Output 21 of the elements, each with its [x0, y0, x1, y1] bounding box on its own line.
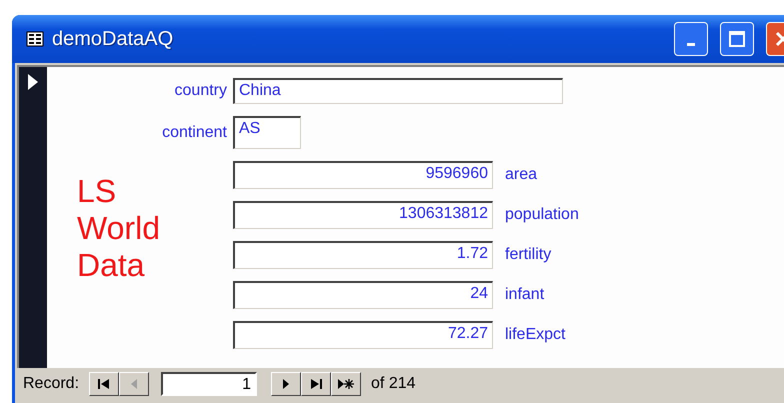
number-field[interactable]: 1.72	[233, 241, 493, 269]
number-field[interactable]: 1306313812	[233, 201, 493, 229]
text-field[interactable]: AS	[233, 116, 301, 149]
field-label: population	[504, 206, 580, 224]
number-field[interactable]: 72.27	[233, 321, 493, 349]
record-label: Record:	[23, 375, 80, 393]
logo-text: LS	[77, 173, 116, 210]
field-label: infant	[504, 286, 546, 304]
logo-text: Data	[77, 246, 145, 284]
record-number-field[interactable]: 1	[161, 372, 258, 396]
field-label: fertility	[504, 246, 552, 264]
number-field[interactable]: 24	[233, 281, 493, 309]
field-label: lifeExpct	[504, 326, 566, 344]
window-title: demoDataAQ	[52, 28, 174, 50]
text-field[interactable]: China	[233, 78, 563, 104]
logo-text: World	[77, 210, 160, 247]
field-label: continent	[162, 124, 227, 142]
field-label: area	[504, 166, 538, 184]
number-field[interactable]: 9596960	[233, 161, 493, 189]
field-label: country	[174, 82, 227, 100]
record-count: of 214	[371, 375, 416, 393]
